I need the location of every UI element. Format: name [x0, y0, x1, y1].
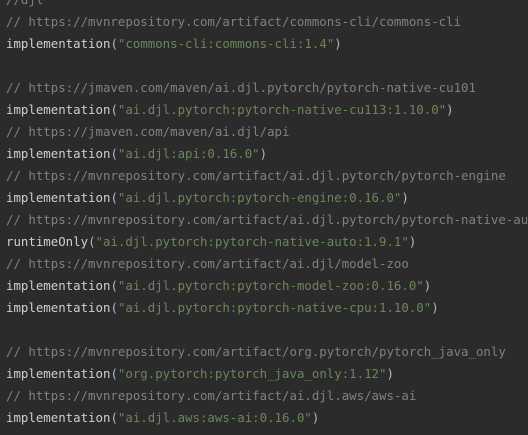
open-paren: ( [88, 234, 96, 249]
dependency-line: runtimeOnly("ai.djl.pytorch:pytorch-nati… [6, 231, 528, 253]
close-paren: ) [259, 146, 268, 161]
dependency-configuration: implementation [6, 102, 111, 117]
comment-text: //djl [6, 0, 43, 7]
open-paren: ( [110, 146, 118, 161]
comment-line: // https://mvnrepository.com/artifact/co… [6, 11, 528, 33]
comment-text: // https://mvnrepository.com/artifact/or… [6, 344, 506, 359]
close-paren: ) [401, 190, 409, 205]
comment-line: // https://jmaven.com/maven/ai.djl.pytor… [6, 77, 528, 99]
dependency-configuration: implementation [6, 300, 111, 315]
close-paren: ) [446, 102, 454, 117]
dependency-configuration: implementation [6, 190, 111, 205]
dependency-line: implementation("ai.djl.pytorch:pytorch-n… [6, 297, 528, 319]
dependency-coordinate: "ai.djl:api:0.16.0" [117, 146, 260, 161]
dependency-line: implementation("ai.djl:api:0.16.0") [6, 143, 528, 165]
dependency-coordinate: "ai.djl.pytorch:pytorch-native-cpu:1.10.… [117, 300, 432, 315]
dependency-configuration: implementation [6, 278, 111, 293]
dependency-line: implementation("ai.djl.aws:aws-ai:0.16.0… [6, 407, 528, 429]
comment-text: // https://jmaven.com/maven/ai.djl.pytor… [6, 80, 476, 95]
dependency-coordinate: "org.pytorch:pytorch_java_only:1.12" [117, 366, 387, 381]
dependency-coordinate: "commons-cli:commons-cli:1.4" [117, 36, 335, 51]
dependency-configuration: implementation [6, 410, 111, 425]
comment-line: //djl [6, 0, 528, 11]
dependency-line: implementation("org.pytorch:pytorch_java… [6, 363, 528, 385]
dependency-configuration: implementation [6, 146, 111, 161]
comment-text: // https://mvnrepository.com/artifact/ai… [6, 388, 417, 403]
open-paren: ( [110, 102, 118, 117]
open-paren: ( [110, 300, 118, 315]
close-paren: ) [431, 300, 439, 315]
code-lines: //djl // https://mvnrepository.com/artifa… [6, 0, 528, 429]
close-paren: ) [423, 278, 432, 293]
comment-line: // https://mvnrepository.com/artifact/ai… [6, 209, 528, 231]
open-paren: ( [110, 410, 118, 425]
comment-text: // https://mvnrepository.com/artifact/ai… [6, 256, 409, 271]
dependency-configuration: implementation [6, 366, 111, 381]
comment-text: // https://mvnrepository.com/artifact/ai… [6, 212, 528, 227]
dependency-coordinate: "ai.djl.pytorch:pytorch-native-cu113:1.1… [117, 102, 447, 117]
comment-line: // https://mvnrepository.com/artifact/or… [6, 341, 528, 363]
open-paren: ( [110, 366, 118, 381]
dependency-configuration: runtimeOnly [6, 234, 89, 249]
open-paren: ( [110, 36, 118, 51]
comment-text: // https://mvnrepository.com/artifact/co… [6, 14, 462, 29]
comment-line: // https://mvnrepository.com/artifact/ai… [6, 165, 528, 187]
close-paren: ) [311, 410, 320, 425]
comment-text: // https://mvnrepository.com/artifact/ai… [6, 168, 506, 183]
dependency-line: implementation("ai.djl.pytorch:pytorch-m… [6, 275, 528, 297]
dependency-line: implementation("ai.djl.pytorch:pytorch-n… [6, 99, 528, 121]
close-paren: ) [408, 234, 417, 249]
close-paren: ) [334, 36, 342, 51]
comment-line: // https://mvnrepository.com/artifact/ai… [6, 385, 528, 407]
dependency-configuration: implementation [6, 36, 111, 51]
comment-line: // https://mvnrepository.com/artifact/ai… [6, 253, 528, 275]
dependency-coordinate: "ai.djl.aws:aws-ai:0.16.0" [117, 410, 312, 425]
code-editor[interactable]: //djl // https://mvnrepository.com/artifa… [0, 0, 528, 435]
dependency-coordinate: "ai.djl.pytorch:pytorch-model-zoo:0.16.0… [117, 278, 424, 293]
dependency-coordinate: "ai.djl.pytorch:pytorch-native-auto:1.9.… [95, 234, 409, 249]
open-paren: ( [110, 190, 118, 205]
comment-line: // https://jmaven.com/maven/ai.djl/api [6, 121, 528, 143]
comment-text: // https://jmaven.com/maven/ai.djl/api [6, 124, 290, 139]
dependency-line: implementation("commons-cli:commons-cli:… [6, 33, 528, 55]
dependency-coordinate: "ai.djl.pytorch:pytorch-engine:0.16.0" [117, 190, 402, 205]
open-paren: ( [110, 278, 118, 293]
close-paren: ) [386, 366, 394, 381]
dependency-line: implementation("ai.djl.pytorch:pytorch-e… [6, 187, 528, 209]
